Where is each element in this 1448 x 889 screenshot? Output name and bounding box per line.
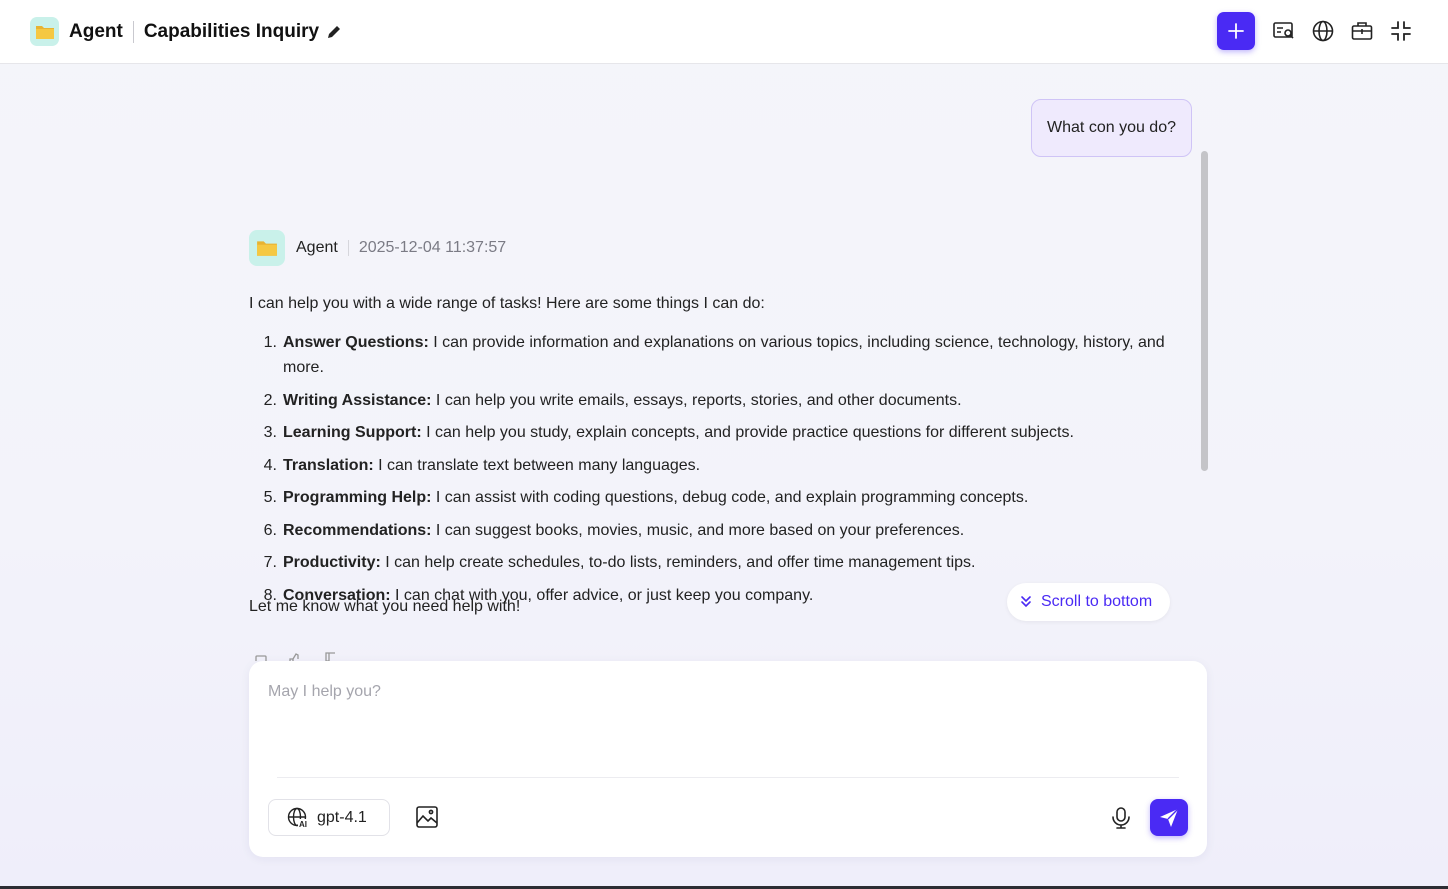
capabilities-list: 1. Answer Questions: I can provide inform… [249,330,1179,608]
message-outro: Let me know what you need help with! [249,598,521,615]
image-upload-icon[interactable] [415,805,439,829]
capability-text: Answer Questions: I can provide informat… [283,330,1179,380]
model-selector[interactable]: AI gpt-4.1 [268,799,390,836]
app-name: Agent [69,20,123,42]
capability-title: Recommendations: [283,521,432,539]
capability-text: Translation: I can translate text betwee… [283,453,1179,478]
capability-number: 1. [263,334,277,351]
top-actions [1217,12,1420,50]
copy-icon[interactable] [252,652,268,661]
capability-item: 7. Productivity: I can help create schedu… [249,550,1179,575]
capability-item: 3. Learning Support: I can help you study… [249,420,1179,445]
capability-description: I can help you write emails, essays, rep… [431,391,962,409]
chevrons-down-icon [1021,596,1031,608]
capability-number: 4. [263,456,277,474]
user-message-bubble: What con you do? [1031,99,1192,157]
composer-divider [277,777,1179,778]
toolbox-icon[interactable] [1343,12,1381,50]
capability-description: I can help create schedules, to-do lists… [380,554,976,571]
capability-item: 5. Programming Help: I can assist with co… [249,485,1179,510]
capability-text: Recommendations: I can suggest books, mo… [283,518,1179,543]
microphone-icon[interactable] [1109,806,1133,830]
search-doc-icon[interactable] [1265,12,1303,50]
scrollbar[interactable] [1201,151,1208,471]
capability-description: I can translate text between many langua… [373,456,701,474]
message-intro: I can help you with a wide range of task… [249,295,765,312]
agent-message-header: Agent 2025-12-04 11:37:57 [249,230,506,266]
brand: Agent Capabilities Inquiry [30,17,341,46]
capability-number: 3. [263,424,277,441]
send-button[interactable] [1150,799,1188,836]
folder-icon [30,17,59,46]
capability-text: Learning Support: I can help you study, … [283,420,1179,445]
agent-avatar [249,230,285,266]
capability-description: I can assist with coding questions, debu… [431,489,1029,506]
capability-title: Translation: [283,456,374,474]
send-icon [1160,808,1179,827]
message-timestamp: 2025-12-04 11:37:57 [358,239,507,256]
capability-item: 2. Writing Assistance: I can help you wri… [249,388,1179,413]
new-chat-button[interactable] [1217,12,1255,50]
agent-message-body: I can help you with a wide range of task… [249,293,1179,615]
header-divider [347,240,349,256]
scroll-to-bottom-button[interactable]: Scroll to bottom [1007,583,1170,621]
capability-title: Productivity: [283,554,381,571]
collapse-icon[interactable] [1382,12,1420,50]
globe-icon[interactable] [1304,12,1342,50]
folder-icon [257,241,277,256]
chat-title[interactable]: Capabilities Inquiry [144,21,319,43]
capability-title: Programming Help: [283,489,432,506]
capability-number: 6. [263,521,277,539]
agent-name: Agent [296,239,338,256]
composer: AI gpt-4.1 [249,661,1207,857]
svg-text:AI: AI [299,820,307,829]
message-actions [252,652,340,661]
thumbs-down-icon[interactable] [324,652,340,661]
capability-text: Programming Help: I can assist with codi… [283,485,1179,510]
capability-title: Writing Assistance: [283,391,432,409]
capability-text: Productivity: I can help create schedule… [283,550,1179,575]
capability-title: Learning Support: [283,424,422,441]
message-input[interactable] [268,683,1168,701]
capability-number: 5. [263,489,277,506]
capability-item: 6. Recommendations: I can suggest books, … [249,518,1179,543]
edit-pencil-icon[interactable] [327,25,341,39]
capability-item: 4. Translation: I can translate text betw… [249,453,1179,478]
scroll-to-bottom-label: Scroll to bottom [1041,593,1153,610]
globe-ai-icon: AI [287,807,308,829]
plus-icon [1228,23,1244,39]
model-name: gpt-4.1 [317,808,367,826]
title-divider [132,20,134,43]
capability-number: 7. [263,554,277,571]
capability-description: I can suggest books, movies, music, and … [431,521,965,539]
capability-description: I can help you study, explain concepts, … [421,424,1074,441]
capability-number: 2. [263,391,277,409]
capability-title: Answer Questions: [283,334,429,351]
capability-text: Writing Assistance: I can help you write… [283,388,1179,413]
top-bar: Agent Capabilities Inquiry [0,0,1448,64]
capability-item: 1. Answer Questions: I can provide inform… [249,330,1179,380]
thumbs-up-icon[interactable] [288,652,304,661]
